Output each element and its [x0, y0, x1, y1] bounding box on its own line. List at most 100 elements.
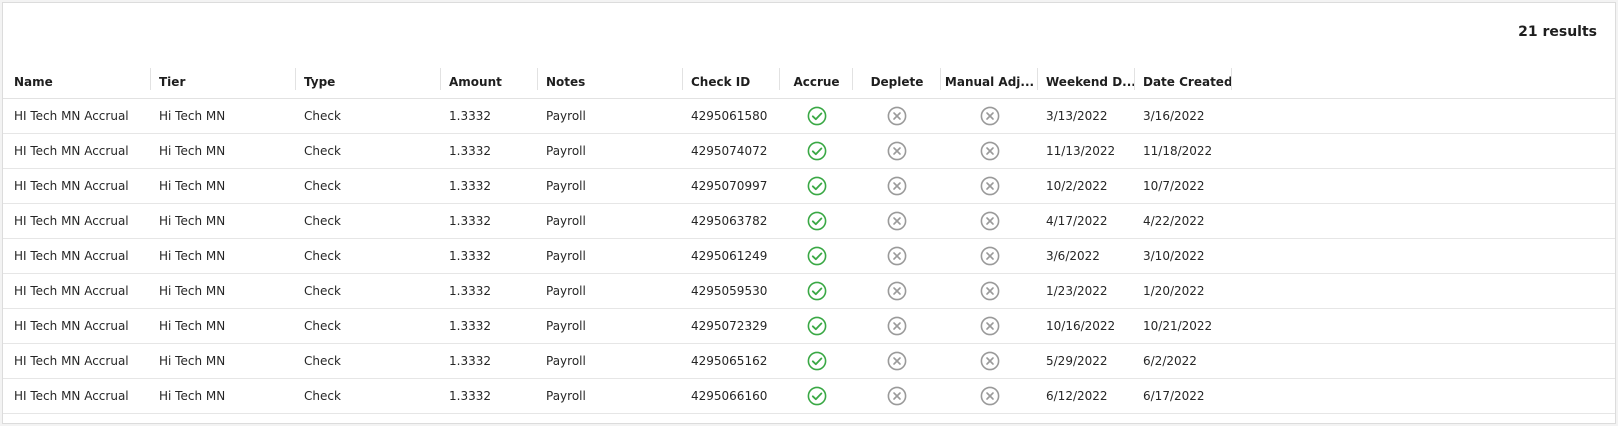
cell-manual-adj — [941, 344, 1038, 378]
table-row[interactable]: HI Tech MN Accrual Hi Tech MN Check 1.3332 P… — [3, 344, 1615, 379]
cell-amount: 1.3332 — [449, 109, 491, 123]
cell-notes: Payroll — [546, 214, 586, 228]
results-panel: 21 results Name Tier Type Amount Notes C… — [2, 2, 1616, 424]
cell-notes: Payroll — [546, 354, 586, 368]
table-row[interactable]: HI Tech MN Accrual Hi Tech MN Check 1.3332 P… — [3, 309, 1615, 344]
x-circle-icon — [980, 386, 1000, 406]
cell-weekend-date: 5/29/2022 — [1046, 354, 1108, 368]
check-circle-icon — [807, 106, 827, 126]
column-header-amount[interactable]: Amount — [441, 65, 538, 98]
cell-amount: 1.3332 — [449, 354, 491, 368]
column-header-deplete[interactable]: Deplete — [853, 65, 941, 98]
x-circle-icon — [980, 211, 1000, 231]
table-body: HI Tech MN Accrual Hi Tech MN Check 1.3332 P… — [3, 99, 1615, 414]
cell-accrue — [780, 274, 853, 308]
column-header-type[interactable]: Type — [296, 65, 441, 98]
column-header-tier[interactable]: Tier — [151, 65, 296, 98]
table-row[interactable]: HI Tech MN Accrual Hi Tech MN Check 1.3332 P… — [3, 239, 1615, 274]
cell-manual-adj — [941, 134, 1038, 168]
cell-accrue — [780, 379, 853, 413]
cell-manual-adj — [941, 309, 1038, 343]
cell-deplete — [853, 169, 941, 203]
cell-date-created: 3/16/2022 — [1143, 109, 1205, 123]
x-circle-icon — [887, 351, 907, 371]
cell-name: HI Tech MN Accrual — [14, 354, 129, 368]
check-circle-icon — [807, 351, 827, 371]
column-header-manual-adj[interactable]: Manual Adj... — [941, 65, 1038, 98]
cell-manual-adj — [941, 204, 1038, 238]
cell-accrue — [780, 99, 853, 133]
check-circle-icon — [807, 176, 827, 196]
cell-notes: Payroll — [546, 319, 586, 333]
cell-accrue — [780, 344, 853, 378]
cell-accrue — [780, 169, 853, 203]
x-circle-icon — [887, 246, 907, 266]
x-circle-icon — [887, 106, 907, 126]
cell-manual-adj — [941, 274, 1038, 308]
cell-check-id: 4295059530 — [691, 284, 768, 298]
cell-notes: Payroll — [546, 144, 586, 158]
cell-weekend-date: 11/13/2022 — [1046, 144, 1116, 158]
cell-tier: Hi Tech MN — [159, 179, 226, 193]
column-header-weekend-date[interactable]: Weekend D... — [1038, 65, 1135, 98]
cell-amount: 1.3332 — [449, 179, 491, 193]
cell-weekend-date: 10/2/2022 — [1046, 179, 1108, 193]
cell-name: HI Tech MN Accrual — [14, 179, 129, 193]
cell-date-created: 4/22/2022 — [1143, 214, 1205, 228]
check-circle-icon — [807, 316, 827, 336]
cell-name: HI Tech MN Accrual — [14, 389, 129, 403]
cell-accrue — [780, 134, 853, 168]
cell-weekend-date: 3/6/2022 — [1046, 249, 1100, 263]
cell-type: Check — [304, 109, 341, 123]
x-circle-icon — [980, 351, 1000, 371]
cell-tier: Hi Tech MN — [159, 284, 226, 298]
cell-amount: 1.3332 — [449, 284, 491, 298]
cell-notes: Payroll — [546, 389, 586, 403]
cell-name: HI Tech MN Accrual — [14, 214, 129, 228]
x-circle-icon — [980, 316, 1000, 336]
cell-tier: Hi Tech MN — [159, 354, 226, 368]
cell-name: HI Tech MN Accrual — [14, 284, 129, 298]
table-row[interactable]: HI Tech MN Accrual Hi Tech MN Check 1.3332 P… — [3, 204, 1615, 239]
cell-check-id: 4295061580 — [691, 109, 768, 123]
cell-tier: Hi Tech MN — [159, 249, 226, 263]
cell-deplete — [853, 344, 941, 378]
column-header-notes[interactable]: Notes — [538, 65, 683, 98]
cell-type: Check — [304, 389, 341, 403]
cell-check-id: 4295063782 — [691, 214, 768, 228]
cell-weekend-date: 1/23/2022 — [1046, 284, 1108, 298]
cell-weekend-date: 10/16/2022 — [1046, 319, 1116, 333]
table-row[interactable]: HI Tech MN Accrual Hi Tech MN Check 1.3332 P… — [3, 134, 1615, 169]
column-header-date-created[interactable]: Date Created — [1135, 65, 1232, 98]
cell-deplete — [853, 134, 941, 168]
table-row[interactable]: HI Tech MN Accrual Hi Tech MN Check 1.3332 P… — [3, 274, 1615, 309]
cell-date-created: 6/17/2022 — [1143, 389, 1205, 403]
cell-check-id: 4295074072 — [691, 144, 768, 158]
cell-weekend-date: 6/12/2022 — [1046, 389, 1108, 403]
cell-deplete — [853, 379, 941, 413]
x-circle-icon — [980, 106, 1000, 126]
cell-date-created: 11/18/2022 — [1143, 144, 1213, 158]
table-row[interactable]: HI Tech MN Accrual Hi Tech MN Check 1.3332 P… — [3, 169, 1615, 204]
cell-amount: 1.3332 — [449, 249, 491, 263]
cell-accrue — [780, 204, 853, 238]
cell-notes: Payroll — [546, 284, 586, 298]
cell-type: Check — [304, 249, 341, 263]
cell-amount: 1.3332 — [449, 319, 491, 333]
cell-type: Check — [304, 214, 341, 228]
cell-manual-adj — [941, 99, 1038, 133]
cell-date-created: 3/10/2022 — [1143, 249, 1205, 263]
cell-deplete — [853, 309, 941, 343]
column-header-accrue[interactable]: Accrue — [780, 65, 853, 98]
cell-notes: Payroll — [546, 249, 586, 263]
table-row[interactable]: HI Tech MN Accrual Hi Tech MN Check 1.3332 P… — [3, 379, 1615, 414]
check-circle-icon — [807, 281, 827, 301]
column-header-check-id[interactable]: Check ID — [683, 65, 780, 98]
column-header-name[interactable]: Name — [6, 65, 151, 98]
cell-accrue — [780, 309, 853, 343]
x-circle-icon — [887, 211, 907, 231]
table-row[interactable]: HI Tech MN Accrual Hi Tech MN Check 1.3332 P… — [3, 99, 1615, 134]
table-header-row: Name Tier Type Amount Notes Check ID Acc… — [3, 65, 1615, 99]
cell-date-created: 6/2/2022 — [1143, 354, 1197, 368]
check-circle-icon — [807, 211, 827, 231]
